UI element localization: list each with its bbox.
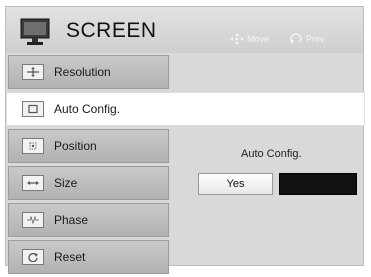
resolution-icon	[22, 64, 44, 80]
menu-item-resolution[interactable]: Resolution	[8, 55, 169, 89]
monitor-icon	[20, 18, 50, 45]
menu-item-label: Auto Config.	[54, 102, 121, 116]
reset-icon	[22, 249, 44, 265]
menu-sidebar: Resolution Auto Config. Position Size Ph…	[6, 55, 365, 277]
menu-item-position[interactable]: Position	[8, 129, 169, 163]
menu-item-reset[interactable]: Reset	[8, 240, 169, 274]
menu-item-label: Phase	[54, 213, 89, 227]
auto-config-icon	[22, 101, 44, 117]
directional-pad-icon	[230, 33, 244, 45]
menu-item-size[interactable]: Size	[8, 166, 169, 200]
hint-move: Move	[230, 33, 269, 45]
yes-button[interactable]: Yes	[198, 173, 273, 195]
menu-header: SCREEN Move Prev.	[6, 7, 363, 53]
size-icon	[22, 175, 44, 191]
menu-item-phase[interactable]: Phase	[8, 203, 169, 237]
auto-config-title: Auto Config.	[241, 148, 302, 160]
menu-item-label: Resolution	[54, 65, 111, 79]
hint-move-label: Move	[247, 34, 270, 44]
auto-config-panel: Auto Config. Yes	[171, 140, 361, 260]
position-icon	[22, 138, 44, 154]
menu-item-auto-config[interactable]: Auto Config.	[6, 92, 365, 126]
phase-icon	[22, 212, 44, 228]
return-arrow-icon	[290, 33, 302, 44]
hint-prev: Prev.	[289, 33, 326, 45]
hint-prev-label: Prev.	[306, 34, 327, 44]
menu-item-label: Reset	[54, 250, 86, 264]
menu-item-label: Position	[54, 139, 97, 153]
page-title: SCREEN	[66, 19, 157, 42]
no-button[interactable]	[279, 173, 357, 195]
menu-item-label: Size	[54, 176, 78, 190]
osd-menu-window: SCREEN Move Prev. Resolution Auto Config…	[5, 6, 365, 274]
